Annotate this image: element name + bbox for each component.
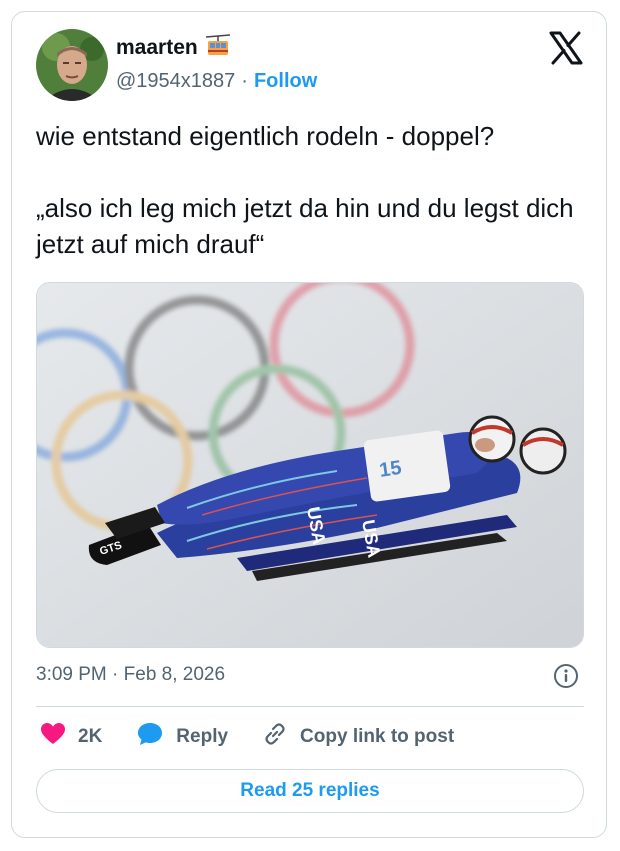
tweet-actions: 2K Reply Copy link to post [40,722,488,752]
author-handle[interactable]: @1954x1887 [116,70,235,93]
timestamp-separator: · [112,664,119,685]
handle-separator: · [241,70,248,92]
tweet-text-line: wie entstand eigentlich rodeln - doppel? [36,121,495,151]
copy-link-label: Copy link to post [300,726,455,747]
tweet-text-quote: „also ich leg mich jetzt da hin und du l… [36,193,574,259]
reply-label: Reply [176,726,229,747]
info-icon[interactable] [553,663,579,689]
tweet-date: Feb 8, 2026 [123,664,226,685]
copy-link-button[interactable]: Copy link to post [262,721,454,753]
tweet-time: 3:09 PM [36,664,107,685]
author-name-row: maarten [116,34,230,61]
avatar[interactable] [36,29,108,101]
like-count: 2K [78,726,103,747]
tweet-text: wie entstand eigentlich rodeln - doppel?… [36,118,596,262]
aerial-tramway-icon [205,34,230,61]
link-icon [262,721,288,753]
author-handle-row: @1954x1887 · Follow [116,70,317,93]
read-replies-label: Read 25 replies [240,780,380,801]
heart-icon [40,722,66,752]
author-display-name[interactable]: maarten [116,36,198,60]
like-button[interactable]: 2K [40,722,102,752]
read-replies-button[interactable]: Read 25 replies [36,769,584,813]
x-logo-icon[interactable] [548,30,584,66]
tweet-timestamp[interactable]: 3:09 PM · Feb 8, 2026 [36,664,225,686]
bib-number: 15 [378,457,403,482]
reply-button[interactable]: Reply [136,721,228,753]
speech-bubble-icon [136,721,164,753]
follow-button[interactable]: Follow [254,70,317,93]
divider [36,706,584,707]
tweet-media-image[interactable]: 15 USA USA GTS [36,282,584,648]
